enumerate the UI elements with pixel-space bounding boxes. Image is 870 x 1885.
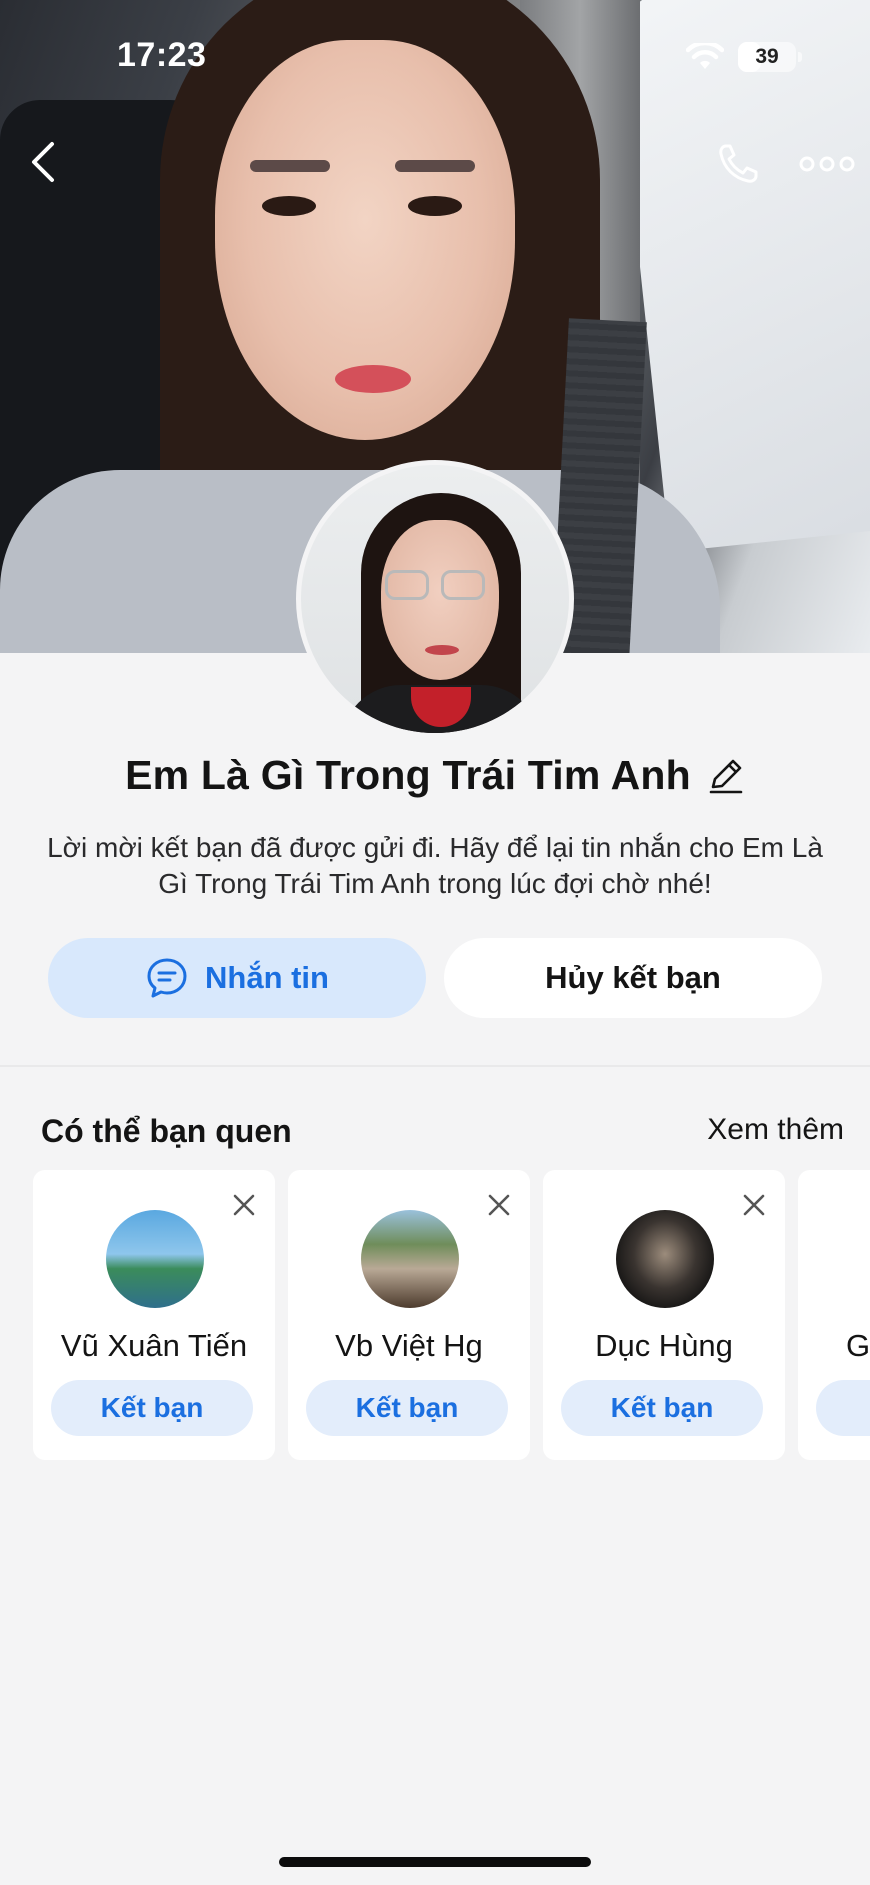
- more-dots-icon[interactable]: [798, 152, 856, 176]
- suggestions-title: Có thể bạn quen: [41, 1113, 292, 1149]
- suggestion-name[interactable]: Vb Việt Hg: [288, 1328, 530, 1364]
- cover-window: [611, 0, 870, 553]
- close-icon[interactable]: [231, 1192, 257, 1218]
- suggestion-name[interactable]: G: [846, 1328, 870, 1364]
- battery-icon: 39: [738, 42, 802, 72]
- section-divider: [0, 1065, 870, 1067]
- cover-brow: [395, 160, 475, 172]
- add-friend-button[interactable]: Kết bạn: [561, 1380, 763, 1436]
- phone-icon[interactable]: [716, 142, 760, 186]
- chat-bubble-icon: [147, 958, 187, 998]
- cover-brow: [250, 160, 330, 172]
- suggestion-name[interactable]: Dục Hùng: [543, 1328, 785, 1364]
- close-icon[interactable]: [741, 1192, 767, 1218]
- friend-request-note: Lời mời kết bạn đã được gửi đi. Hãy để l…: [47, 832, 823, 899]
- avatar-mouth: [425, 645, 459, 655]
- suggestion-name[interactable]: Vũ Xuân Tiến: [33, 1328, 275, 1364]
- unfriend-button[interactable]: Hủy kết bạn: [444, 938, 822, 1018]
- add-friend-button[interactable]: [816, 1380, 870, 1436]
- close-icon[interactable]: [486, 1192, 512, 1218]
- suggestion-carousel[interactable]: Vũ Xuân Tiến Kết bạn Vb Việt Hg Kết bạn …: [0, 1170, 870, 1462]
- message-button[interactable]: Nhắn tin: [48, 938, 426, 1018]
- cover-eye: [408, 196, 462, 216]
- suggestion-avatar[interactable]: [616, 1210, 714, 1308]
- battery-level: 39: [755, 45, 779, 68]
- suggestion-avatar[interactable]: [106, 1210, 204, 1308]
- suggestion-card[interactable]: Vb Việt Hg Kết bạn: [288, 1170, 530, 1460]
- status-icons: 39: [686, 42, 802, 72]
- see-more-link[interactable]: Xem thêm: [707, 1113, 844, 1147]
- wifi-icon: [686, 43, 724, 69]
- cover-lips: [335, 365, 411, 393]
- profile-screen: 17:23 39 Em Là Gì Trong Trái Tim Anh Lời…: [0, 0, 870, 1885]
- pencil-icon[interactable]: [707, 757, 745, 795]
- add-friend-button[interactable]: Kết bạn: [51, 1380, 253, 1436]
- avatar-glasses: [441, 570, 485, 600]
- avatar[interactable]: [296, 460, 574, 738]
- avatar-face: [381, 520, 499, 680]
- profile-name-row: Em Là Gì Trong Trái Tim Anh: [0, 752, 870, 799]
- status-time: 17:23: [117, 36, 207, 74]
- message-button-label: Nhắn tin: [205, 960, 329, 995]
- cover-eye: [262, 196, 316, 216]
- chevron-left-icon[interactable]: [26, 140, 60, 184]
- suggestion-card[interactable]: Dục Hùng Kết bạn: [543, 1170, 785, 1460]
- suggestion-card[interactable]: Vũ Xuân Tiến Kết bạn: [33, 1170, 275, 1460]
- avatar-glasses: [385, 570, 429, 600]
- add-friend-button[interactable]: Kết bạn: [306, 1380, 508, 1436]
- profile-name: Em Là Gì Trong Trái Tim Anh: [125, 752, 691, 798]
- suggestion-card-partial[interactable]: G: [798, 1170, 870, 1460]
- home-indicator[interactable]: [279, 1857, 591, 1867]
- unfriend-button-label: Hủy kết bạn: [545, 960, 721, 995]
- suggestion-avatar[interactable]: [361, 1210, 459, 1308]
